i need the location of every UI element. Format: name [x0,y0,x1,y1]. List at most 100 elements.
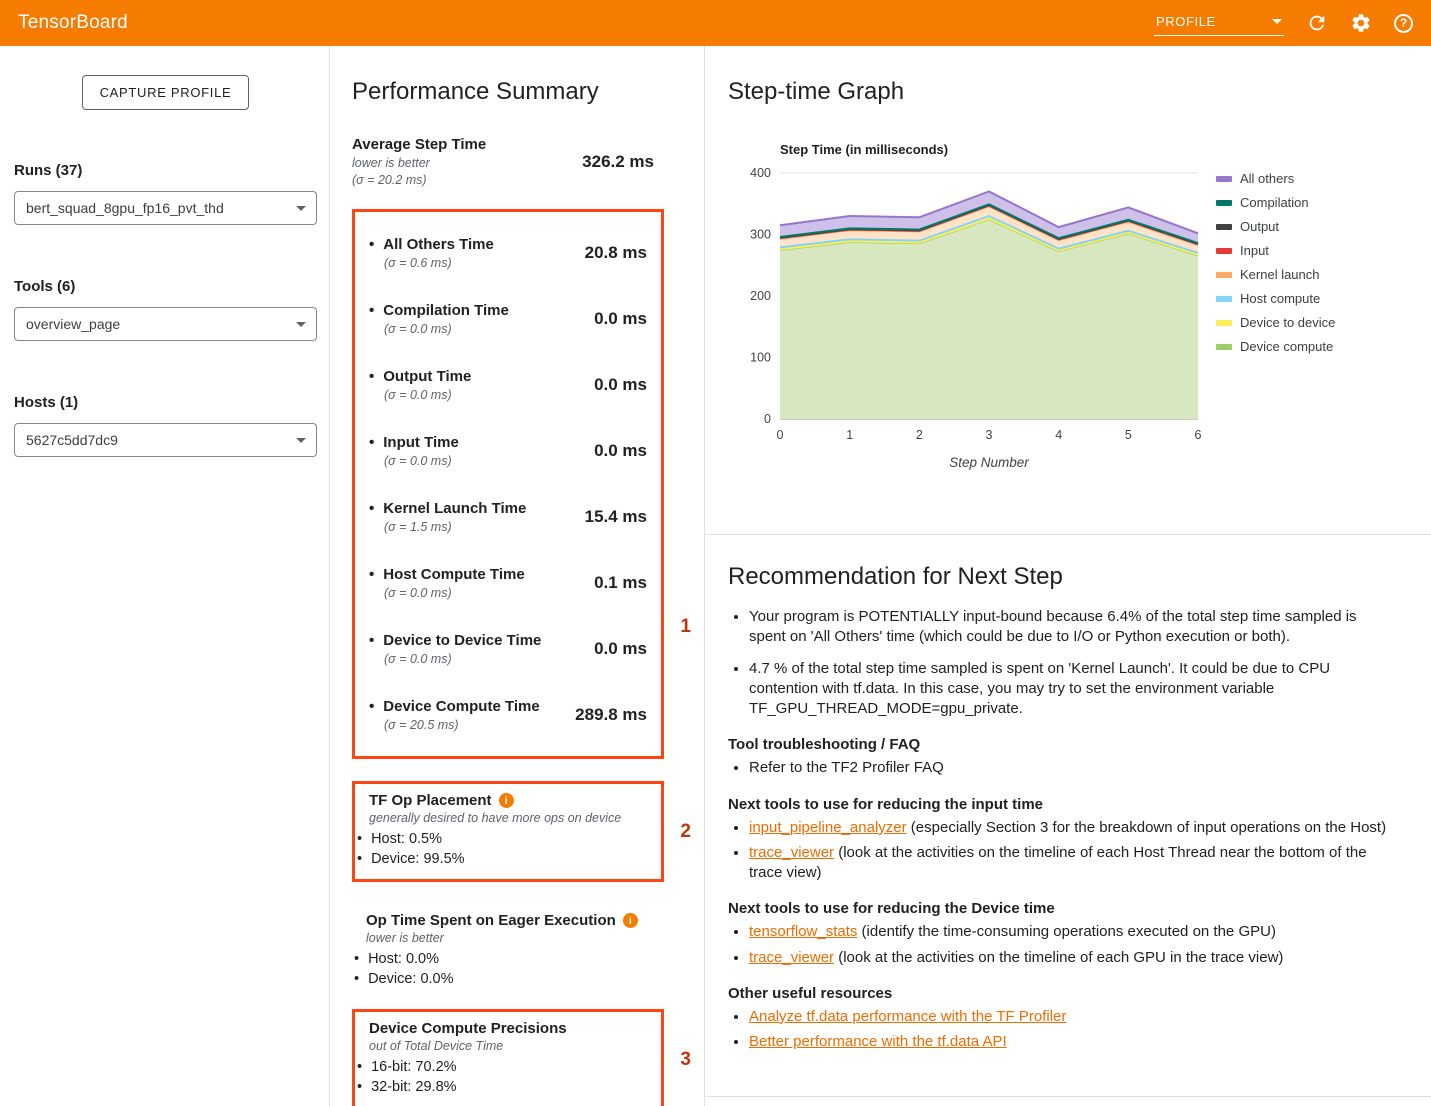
metric-value: 326.2 ms [582,152,654,172]
metric-sigma: (σ = 0.0 ms) [384,454,459,468]
hosts-field: Hosts (1) 5627c5dd7dc9 [14,394,317,457]
metric-text: Compilation Time (σ = 0.0 ms) [369,302,509,336]
metric-value: 0.1 ms [594,573,647,593]
legend-swatch [1216,272,1232,278]
stat-item: Device: 0.0% [354,971,650,987]
svg-text:200: 200 [750,289,771,303]
legend-item: Output [1216,219,1335,234]
annotation-box-1-wrap: All Others Time (σ = 0.6 ms) 20.8 ms Com… [352,209,664,759]
legend-label: Output [1240,219,1279,234]
eager-execution-note: lower is better [366,931,650,945]
tool-link[interactable]: input_pipeline_analyzer [749,819,907,836]
info-icon[interactable] [623,913,638,928]
tool-link[interactable]: trace_viewer [749,844,834,861]
list-item-text: (look at the activities on the timeline … [834,949,1283,966]
annotation-box-2-wrap: TF Op Placement generally desired to hav… [352,781,664,882]
tf-op-placement-stats: Host: 0.5% Device: 99.5% [357,831,647,867]
svg-text:3: 3 [986,428,993,442]
block-label-text: Device Compute Precisions [369,1020,567,1037]
recommendation-bullet: 4.7 % of the total step time sampled is … [749,659,1387,720]
eager-execution-stats: Host: 0.0% Device: 0.0% [354,951,650,987]
chevron-down-icon [296,438,306,443]
section-list: input_pipeline_analyzer (especially Sect… [728,818,1387,884]
metric-row: Output Time (σ = 0.0 ms) 0.0 ms [369,352,647,418]
section-heading: Next tools to use for reducing the Devic… [728,900,1387,917]
metric-row: Host Compute Time (σ = 0.0 ms) 0.1 ms [369,550,647,616]
svg-text:6: 6 [1195,428,1202,442]
metric-value: 0.0 ms [594,375,647,395]
metric-label: Host Compute Time [369,566,525,583]
tool-link[interactable]: tensorflow_stats [749,923,857,940]
metric-sigma: (σ = 0.6 ms) [384,256,494,270]
metric-row: Device Compute Time (σ = 20.5 ms) 289.8 … [369,682,647,748]
recommendation-panel: Recommendation for Next Step Your progra… [705,535,1431,1097]
eager-execution-block: Op Time Spent on Eager Execution lower i… [352,912,664,987]
metric-row: All Others Time (σ = 0.6 ms) 20.8 ms [369,220,647,286]
eager-execution-label: Op Time Spent on Eager Execution [366,912,650,929]
step-time-graph-panel: Step-time Graph Step Time (in millisecon… [705,46,1431,535]
list-item: Analyze tf.data performance with the TF … [749,1007,1387,1027]
capture-profile-button[interactable]: CAPTURE PROFILE [82,75,250,110]
app-title: TensorBoard [18,12,128,34]
tf-op-placement-label: TF Op Placement [369,792,647,809]
metric-text: Average Step Time lower is better (σ = 2… [352,136,486,187]
list-item-text: Refer to the TF2 Profiler FAQ [749,759,944,776]
tool-link[interactable]: trace_viewer [749,949,834,966]
legend-label: All others [1240,171,1294,186]
metric-sigma: (σ = 20.5 ms) [384,718,540,732]
list-item-text: (especially Section 3 for the breakdown … [907,819,1386,836]
metric-sigma: (σ = 0.0 ms) [384,652,541,666]
runs-select[interactable]: bert_squad_8gpu_fp16_pvt_thd [14,191,317,225]
sidebar: CAPTURE PROFILE Runs (37) bert_squad_8gp… [0,46,330,1106]
svg-text:4: 4 [1055,428,1062,442]
toolbar-actions: PROFILE [1154,11,1413,36]
annotation-box-3-wrap: Device Compute Precisions out of Total D… [352,1009,664,1106]
svg-text:5: 5 [1125,428,1132,442]
section-heading: Next tools to use for reducing the input… [728,796,1387,813]
chart-title: Step Time (in milliseconds) [780,142,1431,157]
dashboard-select[interactable]: PROFILE [1154,11,1284,36]
metric-label: Compilation Time [369,302,509,319]
gear-icon[interactable] [1350,12,1372,34]
precisions-label: Device Compute Precisions [369,1020,647,1037]
legend-swatch [1216,176,1232,182]
info-icon[interactable] [499,793,514,808]
metric-value: 0.0 ms [594,441,647,461]
list-item: trace_viewer (look at the activities on … [749,843,1387,884]
performance-summary-panel: Performance Summary Average Step Time lo… [330,46,705,1106]
resource-link[interactable]: Analyze tf.data performance with the TF … [749,1008,1066,1025]
section-heading: Other useful resources [728,985,1387,1002]
dashboard-select-value: PROFILE [1156,14,1216,29]
list-item-text: (identify the time-consuming operations … [857,923,1276,940]
hosts-select[interactable]: 5627c5dd7dc9 [14,423,317,457]
list-item: tensorflow_stats (identify the time-cons… [749,922,1387,942]
legend-swatch [1216,344,1232,350]
tools-select-value: overview_page [26,316,120,332]
metric-label: All Others Time [369,236,494,253]
reload-icon[interactable] [1306,12,1328,34]
help-icon[interactable] [1394,14,1413,33]
annotation-box-1: All Others Time (σ = 0.6 ms) 20.8 ms Com… [352,209,664,759]
list-item-text: (look at the activities on the timeline … [749,844,1367,881]
metric-sigma: (σ = 0.0 ms) [384,388,471,402]
block-label-text: Op Time Spent on Eager Execution [366,912,616,929]
svg-text:1: 1 [846,428,853,442]
resource-link[interactable]: Better performance with the tf.data API [749,1033,1007,1050]
metric-text: Device Compute Time (σ = 20.5 ms) [369,698,540,732]
step-time-graph-title: Step-time Graph [728,78,1431,106]
stat-item: Device: 99.5% [357,851,647,867]
list-item: Refer to the TF2 Profiler FAQ [749,758,1387,778]
stat-item: Host: 0.5% [357,831,647,847]
legend-swatch [1216,200,1232,206]
legend-label: Host compute [1240,291,1320,306]
chart-area: 01002003004000123456Step Number All othe… [728,161,1431,481]
tools-select[interactable]: overview_page [14,307,317,341]
svg-text:0: 0 [764,412,771,426]
stat-item: Host: 0.0% [354,951,650,967]
metric-sigma: (σ = 20.2 ms) [352,173,486,187]
legend-label: Input [1240,243,1269,258]
svg-text:Step Number: Step Number [949,455,1029,470]
legend-item: Host compute [1216,291,1335,306]
runs-label: Runs (37) [14,162,317,179]
metric-text: Device to Device Time (σ = 0.0 ms) [369,632,541,666]
